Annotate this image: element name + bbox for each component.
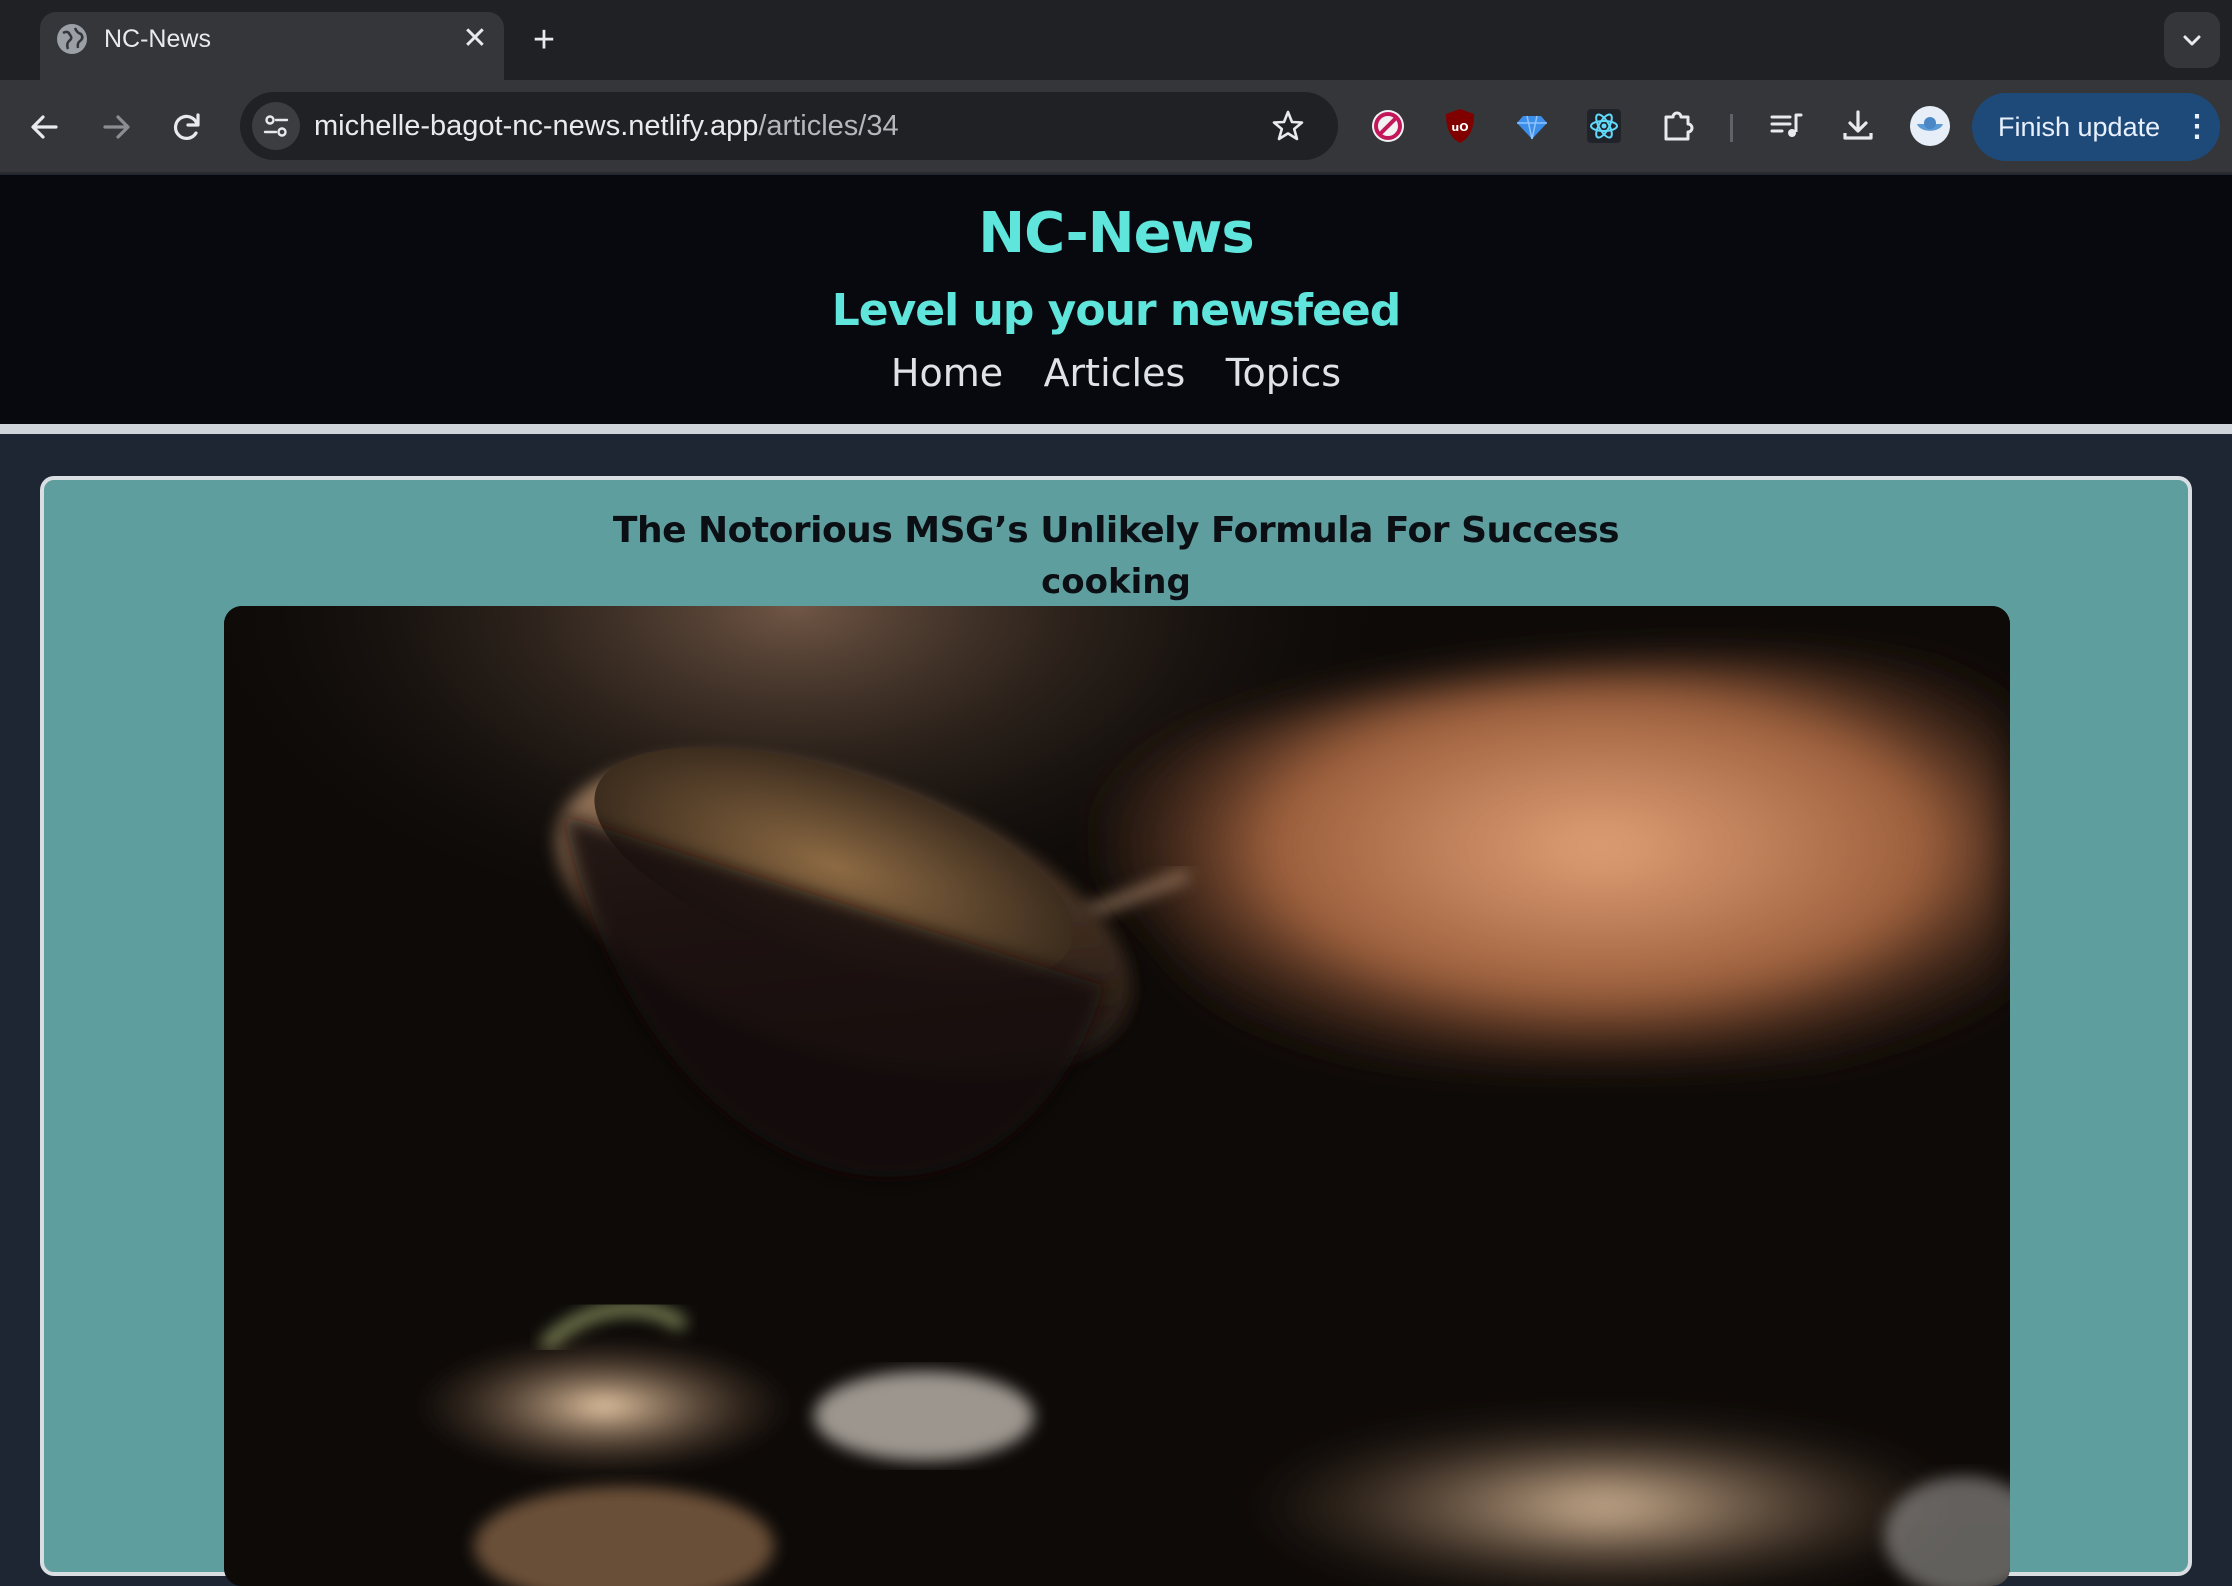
ublock-origin-icon: uO xyxy=(1446,109,1474,143)
downloads-button[interactable] xyxy=(1832,100,1884,152)
privacy-badger-icon xyxy=(1372,110,1404,142)
svg-text:uO: uO xyxy=(1451,121,1468,134)
browser-tab-strip: NC-News ✕ + xyxy=(0,0,2232,80)
finish-update-label: Finish update xyxy=(1998,112,2161,142)
reading-list-button[interactable] xyxy=(1760,100,1812,152)
star-icon xyxy=(1272,110,1304,141)
main-nav: Home Articles Topics xyxy=(0,351,2232,395)
article-topic: cooking xyxy=(1041,562,1191,602)
arrow-right-icon xyxy=(103,115,130,139)
react-devtools-extension[interactable] xyxy=(1578,100,1630,152)
url-host: michelle-bagot-nc-news.netlify.app xyxy=(314,110,759,142)
reload-icon xyxy=(174,113,200,140)
privacy-badger-extension[interactable] xyxy=(1362,100,1414,152)
site-tagline: Level up your newsfeed xyxy=(831,285,1402,336)
finish-update-button[interactable]: Finish update ⋮ xyxy=(1972,93,2220,161)
tab-search-button[interactable] xyxy=(2164,12,2220,68)
article-title: The Notorious MSG’s Unlikely Formula For… xyxy=(612,510,1620,551)
puzzle-piece-icon xyxy=(1664,111,1694,141)
bookmark-button[interactable] xyxy=(1270,108,1306,144)
extensions-menu-button[interactable] xyxy=(1652,100,1704,152)
toolbar-divider xyxy=(1730,114,1733,142)
download-icon xyxy=(1843,110,1873,140)
site-settings-icon xyxy=(263,115,289,137)
forward-button[interactable] xyxy=(91,102,141,152)
nav-home-link[interactable]: Home xyxy=(891,351,1003,395)
globe-icon xyxy=(57,24,87,54)
site-header: NC-News Level up your newsfeed Home Arti… xyxy=(0,175,2232,424)
more-menu-icon[interactable]: ⋮ xyxy=(2182,109,2212,145)
nav-topics-link[interactable]: Topics xyxy=(1226,351,1341,395)
reload-button[interactable] xyxy=(162,102,212,152)
gem-icon xyxy=(1517,115,1547,140)
tab-title: NC-News xyxy=(104,25,211,53)
arrow-left-icon xyxy=(31,115,58,139)
chef-pouring-bowl-photo xyxy=(224,606,2010,1586)
ublock-origin-extension[interactable]: uO xyxy=(1434,100,1486,152)
url-text: michelle-bagot-nc-news.netlify.app/artic… xyxy=(314,108,899,144)
chevron-down-icon xyxy=(2183,35,2201,46)
site-info-button[interactable] xyxy=(252,102,300,150)
article-card: The Notorious MSG’s Unlikely Formula For… xyxy=(40,476,2192,1586)
url-path: /articles/34 xyxy=(758,110,899,142)
new-tab-button[interactable]: + xyxy=(524,20,564,60)
address-bar[interactable]: michelle-bagot-nc-news.netlify.app/artic… xyxy=(240,92,1338,160)
gem-extension[interactable] xyxy=(1506,100,1558,152)
browser-toolbar: michelle-bagot-nc-news.netlify.app/artic… xyxy=(0,80,2232,174)
header-divider xyxy=(0,424,2232,434)
close-tab-icon[interactable]: ✕ xyxy=(458,22,492,56)
react-devtools-icon xyxy=(1587,109,1621,143)
avatar-icon xyxy=(1910,106,1950,146)
queue-music-icon xyxy=(1770,113,1803,137)
browser-tab-active[interactable]: NC-News ✕ xyxy=(40,12,504,80)
article-image xyxy=(224,606,2010,1586)
back-button[interactable] xyxy=(20,102,70,152)
profile-button[interactable] xyxy=(1904,100,1956,152)
nav-articles-link[interactable]: Articles xyxy=(1044,351,1186,395)
site-title[interactable]: NC-News xyxy=(0,201,2232,266)
